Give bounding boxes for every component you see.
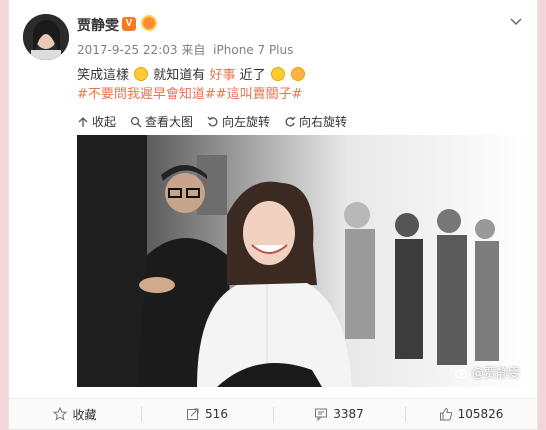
rotate-left-icon [207, 116, 218, 126]
collapse-label: 收起 [92, 115, 117, 129]
more-chevron-icon[interactable] [509, 14, 523, 28]
post-text: 笑成這樣 就知道有 好事 近了 [77, 64, 306, 83]
rotate-left-button[interactable]: 向左旋转 [207, 113, 270, 130]
weibo-logo-icon [454, 368, 468, 379]
author-name[interactable]: 贾静雯 [77, 15, 119, 35]
grin-emoji-icon [270, 67, 285, 81]
source-device[interactable]: iPhone 7 Plus [213, 43, 293, 57]
text-part1: 笑成這樣 [77, 68, 130, 83]
photo-image [77, 135, 528, 387]
photo-watermark: @贾静雯 [454, 364, 520, 381]
comment-button[interactable]: 3387 [273, 399, 405, 429]
rotate-right-label: 向右旋转 [299, 115, 348, 129]
hashtags[interactable]: #不要問我遲早會知道##這叫賣關子# [77, 83, 303, 102]
repost-button[interactable]: 516 [141, 399, 273, 429]
post-photo[interactable]: @贾静雯 [77, 135, 528, 387]
like-count: 105826 [457, 407, 504, 421]
collapse-button[interactable]: 收起 [77, 113, 116, 130]
highlight-text: 好事 [209, 68, 236, 83]
view-large-label: 查看大图 [145, 115, 194, 129]
repost-count: 516 [205, 407, 228, 421]
text-part2: 就知道有 [153, 68, 206, 83]
star-icon [53, 407, 68, 421]
post-meta: 2017-9-25 22:03 来自 iPhone 7 Plus [77, 41, 293, 58]
wink-emoji-icon [290, 67, 305, 81]
text-part3: 近了 [239, 68, 266, 83]
rotate-right-button[interactable]: 向右旋转 [284, 113, 347, 130]
action-bar: 收藏 516 3387 105826 [9, 398, 537, 429]
like-icon [439, 407, 452, 421]
favorite-button[interactable]: 收藏 [9, 399, 141, 429]
image-toolbar: 收起 查看大图 向左旋转 向右旋转 [77, 113, 535, 130]
search-icon [130, 116, 142, 127]
rotate-right-icon [285, 116, 296, 126]
comment-count: 3387 [333, 407, 364, 421]
source-prefix: 来自 [181, 43, 206, 57]
vip-crown-icon [141, 15, 157, 31]
timestamp[interactable]: 2017-9-25 22:03 [77, 43, 178, 57]
favorite-label: 收藏 [72, 407, 97, 422]
comment-icon [315, 408, 328, 421]
avatar[interactable] [23, 14, 69, 60]
like-button[interactable]: 105826 [405, 399, 537, 429]
collapse-icon [78, 116, 88, 127]
smile-emoji-icon [134, 67, 149, 81]
verified-badge: V [122, 17, 136, 31]
rotate-left-label: 向左旋转 [222, 115, 271, 129]
view-large-button[interactable]: 查看大图 [130, 113, 193, 130]
watermark-text: @贾静雯 [471, 366, 520, 380]
weibo-post-card: 贾静雯 V 2017-9-25 22:03 来自 iPhone 7 Plus 笑… [8, 0, 538, 430]
repost-icon [187, 408, 199, 420]
